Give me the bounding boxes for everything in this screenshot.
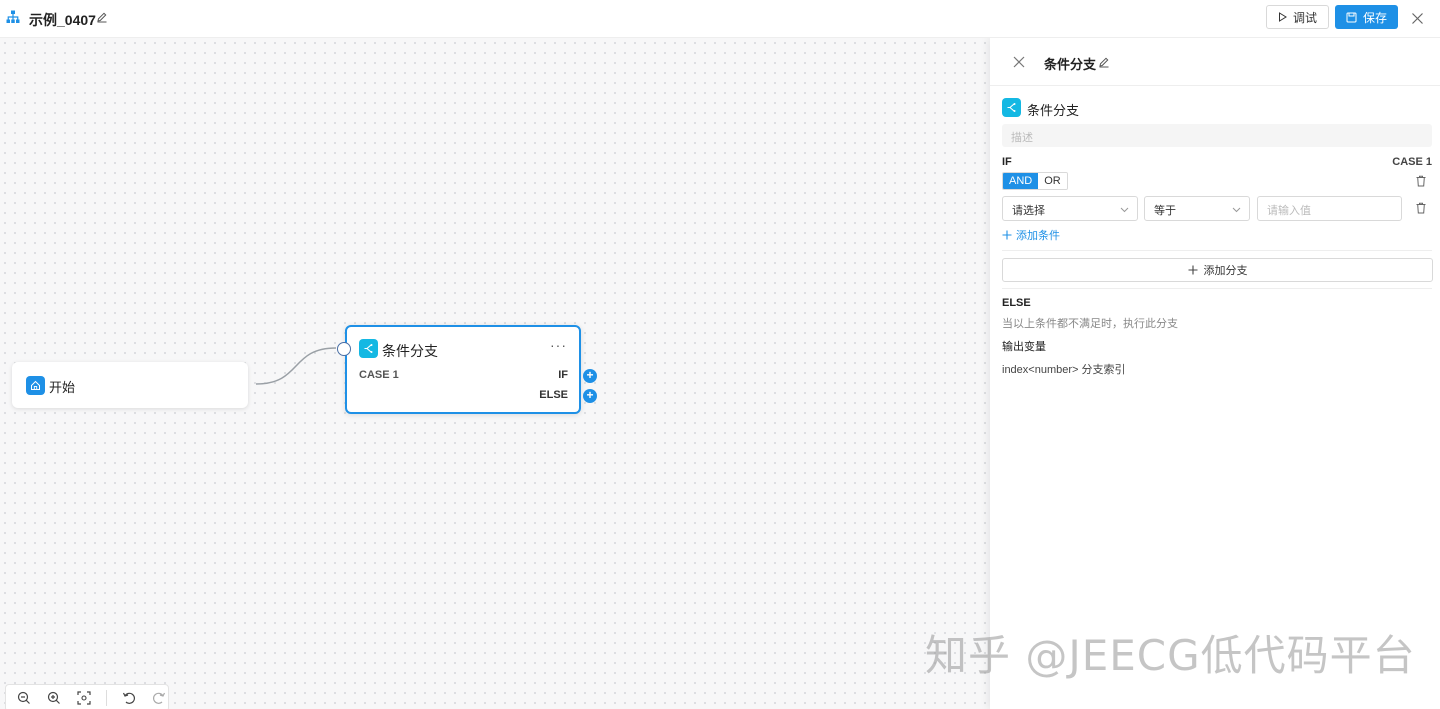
add-node-if-icon[interactable]: + — [583, 369, 597, 383]
logic-and-option[interactable]: AND — [1003, 173, 1039, 189]
close-icon[interactable] — [1411, 12, 1424, 25]
add-condition-label: 添加条件 — [1016, 230, 1060, 242]
plus-icon — [1002, 230, 1012, 240]
add-node-else-icon[interactable]: + — [583, 389, 597, 403]
value-input[interactable]: 请输入值 — [1257, 196, 1402, 221]
debug-label: 调试 — [1292, 10, 1317, 25]
watermark: 知乎 @JEECG低代码平台 — [925, 631, 1416, 680]
branch-icon — [359, 339, 378, 358]
if-label: IF — [1002, 156, 1012, 168]
chevron-down-icon — [1120, 207, 1129, 213]
debug-button[interactable]: 调试 — [1266, 5, 1329, 29]
delete-case-icon[interactable] — [1415, 175, 1427, 187]
field-select[interactable]: 请选择 — [1002, 196, 1138, 221]
flow-canvas[interactable]: 开始 条件分支 ··· CASE 1 IF ELSE + + — [0, 38, 990, 709]
else-label: ELSE — [1002, 297, 1031, 309]
else-description: 当以上条件都不满足时，执行此分支 — [1002, 318, 1178, 330]
fit-view-icon[interactable] — [76, 690, 92, 706]
else-port-label: ELSE — [539, 389, 568, 401]
home-icon — [26, 376, 45, 395]
edit-icon[interactable] — [1098, 56, 1110, 68]
panel-title: 条件分支 — [1044, 57, 1097, 72]
save-icon — [1346, 12, 1357, 22]
delete-condition-icon[interactable] — [1415, 202, 1427, 214]
edit-icon[interactable] — [96, 11, 108, 23]
output-variable: index<number> 分支索引 — [1002, 364, 1126, 376]
more-icon[interactable]: ··· — [550, 337, 567, 353]
add-branch-button[interactable]: 添加分支 — [1002, 258, 1433, 282]
zoom-out-icon[interactable] — [16, 690, 32, 706]
condition-node[interactable]: 条件分支 ··· CASE 1 IF ELSE + + — [337, 325, 597, 414]
if-port-label: IF — [558, 369, 568, 381]
panel-header: 条件分支 — [990, 38, 1440, 86]
add-branch-label: 添加分支 — [1203, 265, 1248, 277]
node-name: 条件分支 — [1027, 103, 1080, 118]
undo-icon[interactable] — [121, 690, 137, 706]
canvas-toolbar — [5, 684, 169, 709]
logic-or-option[interactable]: OR — [1038, 173, 1067, 189]
toolbar-divider — [106, 690, 107, 706]
start-node-label: 开始 — [49, 380, 76, 395]
branch-icon — [1002, 98, 1021, 117]
chevron-down-icon — [1232, 207, 1241, 213]
play-icon — [1278, 12, 1287, 22]
divider — [1002, 250, 1432, 251]
redo-icon[interactable] — [151, 690, 167, 706]
node-config-panel: 条件分支 条件分支 描述 IF CASE 1 AND OR 请选择 等于 请输入… — [990, 38, 1440, 709]
close-panel-icon[interactable] — [1013, 56, 1025, 68]
connection-edge[interactable] — [250, 338, 350, 398]
top-bar: 示例_0407 调试 保存 — [0, 0, 1440, 38]
case-label: CASE 1 — [359, 369, 399, 381]
description-input[interactable]: 描述 — [1002, 124, 1432, 147]
add-condition-button[interactable]: 添加条件 — [1002, 227, 1060, 243]
input-handle[interactable] — [337, 342, 351, 356]
operator-select[interactable]: 等于 — [1144, 196, 1250, 221]
field-select-value: 请选择 — [1012, 205, 1045, 217]
condition-node-title: 条件分支 — [382, 343, 438, 359]
logic-toggle: AND OR — [1002, 172, 1068, 190]
workflow-title: 示例_0407 — [29, 12, 96, 28]
save-button[interactable]: 保存 — [1335, 5, 1398, 29]
divider — [1002, 288, 1432, 289]
case-label: CASE 1 — [1392, 156, 1432, 168]
output-variables-label: 输出变量 — [1002, 341, 1046, 353]
plus-icon — [1188, 265, 1197, 275]
zoom-in-icon[interactable] — [46, 690, 62, 706]
operator-select-value: 等于 — [1154, 205, 1176, 217]
workflow-icon — [6, 10, 20, 23]
start-node[interactable]: 开始 — [12, 362, 248, 408]
save-label: 保存 — [1362, 10, 1387, 25]
